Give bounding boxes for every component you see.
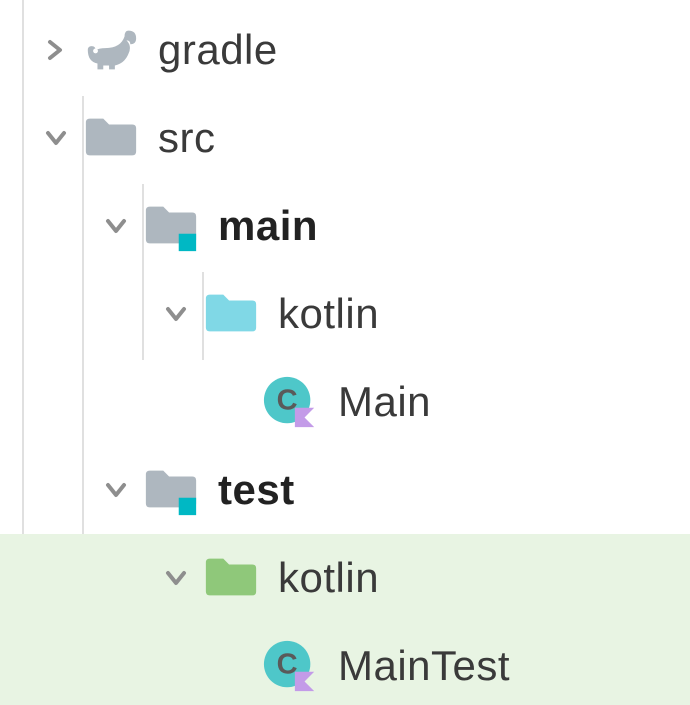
tree-node-label: gradle: [158, 26, 278, 74]
tree-node-main-kotlin[interactable]: kotlin: [0, 270, 690, 358]
tree-node-src[interactable]: src: [0, 94, 690, 182]
tree-node-label: kotlin: [278, 554, 379, 602]
project-tree: gradle src main kotlin: [0, 0, 690, 705]
kotlin-class-icon: [262, 373, 320, 431]
folder-gray-icon: [82, 109, 140, 167]
tree-node-label: test: [218, 466, 295, 514]
gradle-icon: [82, 21, 140, 79]
tree-node-label: kotlin: [278, 290, 379, 338]
tree-node-label: main: [218, 202, 318, 250]
chevron-down-icon[interactable]: [164, 302, 188, 326]
chevron-down-icon[interactable]: [104, 478, 128, 502]
chevron-down-icon[interactable]: [164, 566, 188, 590]
tree-node-label: Main: [338, 378, 431, 426]
tree-node-main[interactable]: main: [0, 182, 690, 270]
tree-node-label: src: [158, 114, 216, 162]
tree-node-label: MainTest: [338, 642, 510, 690]
folder-green-icon: [202, 549, 260, 607]
tree-node-gradle[interactable]: gradle: [0, 6, 690, 94]
folder-gray-marked-icon: [142, 197, 200, 255]
kotlin-class-icon: [262, 637, 320, 695]
chevron-right-icon[interactable]: [44, 38, 68, 62]
folder-gray-marked-icon: [142, 461, 200, 519]
tree-node-test[interactable]: test: [0, 446, 690, 534]
chevron-down-icon[interactable]: [44, 126, 68, 150]
chevron-down-icon[interactable]: [104, 214, 128, 238]
tree-node-maintest-class[interactable]: MainTest: [0, 622, 690, 705]
folder-cyan-icon: [202, 285, 260, 343]
tree-node-test-kotlin[interactable]: kotlin: [0, 534, 690, 622]
tree-node-main-class[interactable]: Main: [0, 358, 690, 446]
